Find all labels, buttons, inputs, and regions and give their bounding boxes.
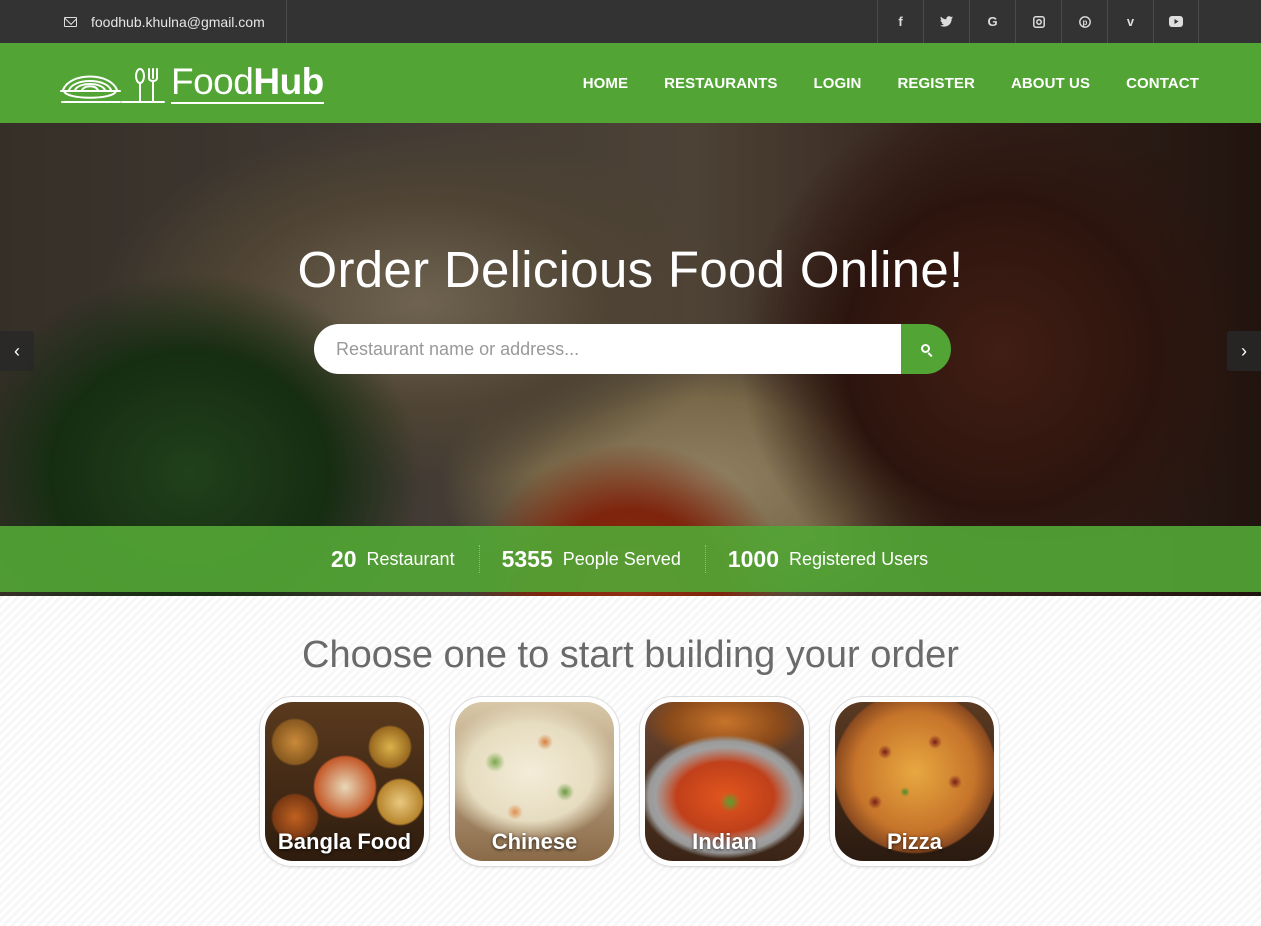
pinterest-icon[interactable]: p (1061, 0, 1107, 43)
envelope-icon (64, 16, 77, 27)
search-bar (314, 324, 951, 374)
category-label: Chinese (491, 829, 578, 854)
category-card-indian[interactable]: Indian (639, 696, 810, 867)
nav-login[interactable]: LOGIN (813, 75, 861, 92)
carousel-next-button[interactable]: › (1227, 331, 1261, 371)
twitter-icon[interactable] (923, 0, 969, 43)
hero-banner: Order Delicious Food Online! ‹ › 20 Rest… (0, 123, 1261, 596)
chevron-right-icon: › (1241, 340, 1247, 361)
stat-label: People Served (562, 548, 681, 569)
restaurant-search-input[interactable] (314, 324, 901, 374)
category-label: Indian (692, 829, 757, 854)
nav-about-us[interactable]: ABOUT US (1011, 75, 1090, 92)
category-image: Pizza (835, 702, 994, 861)
youtube-icon[interactable] (1153, 0, 1199, 43)
search-button[interactable] (901, 324, 951, 374)
nav-contact[interactable]: CONTACT (1126, 75, 1199, 92)
category-section: Choose one to start building your order … (0, 596, 1261, 926)
site-logo[interactable]: FoodHub (60, 55, 324, 111)
top-bar: foodhub.khulna@gmail.com f G p v (0, 0, 1261, 43)
category-heading: Choose one to start building your order (302, 634, 959, 676)
food-bowl-logo-icon (60, 68, 165, 103)
contact-email-text: foodhub.khulna@gmail.com (91, 13, 265, 30)
instagram-icon[interactable] (1015, 0, 1061, 43)
category-label: Bangla Food (277, 829, 412, 854)
stat-label: Registered Users (789, 548, 929, 569)
category-image: Bangla Food (265, 702, 424, 861)
category-image: Chinese (455, 702, 614, 861)
category-label: Pizza (886, 829, 943, 854)
contact-email[interactable]: foodhub.khulna@gmail.com (56, 0, 287, 43)
logo-wordmark: FoodHub (171, 61, 324, 104)
chevron-left-icon: ‹ (14, 340, 20, 361)
main-navbar: FoodHub HOME RESTAURANTS LOGIN REGISTER … (0, 43, 1261, 123)
category-card-bangla-food[interactable]: Bangla Food (259, 696, 430, 867)
stat-value: 1000 (727, 545, 780, 572)
search-icon (920, 343, 930, 353)
nav-register[interactable]: REGISTER (897, 75, 974, 92)
category-card-chinese[interactable]: Chinese (449, 696, 620, 867)
hero-title: Order Delicious Food Online! (297, 241, 964, 298)
category-list: Bangla Food Chinese Indian Pizza (259, 696, 1000, 867)
nav-home[interactable]: HOME (583, 75, 628, 92)
stat-registered-users: 1000 Registered Users (704, 545, 952, 573)
category-card-pizza[interactable]: Pizza (829, 696, 1000, 867)
nav-restaurants[interactable]: RESTAURANTS (664, 75, 777, 92)
stat-value: 5355 (501, 545, 553, 572)
svg-text:p: p (1082, 18, 1087, 27)
facebook-icon[interactable]: f (877, 0, 923, 43)
google-icon[interactable]: G (969, 0, 1015, 43)
main-menu: HOME RESTAURANTS LOGIN REGISTER ABOUT US… (547, 43, 1199, 123)
stat-value: 20 (330, 545, 357, 572)
category-image: Indian (645, 702, 804, 861)
vimeo-icon[interactable]: v (1107, 0, 1153, 43)
stats-bar: 20 Restaurant 5355 People Served 1000 Re… (0, 526, 1261, 592)
social-links: f G p v (877, 0, 1199, 43)
stat-label: Restaurant (366, 548, 455, 569)
carousel-prev-button[interactable]: ‹ (0, 331, 34, 371)
stat-people-served: 5355 People Served (478, 545, 705, 573)
stat-restaurants: 20 Restaurant (309, 545, 479, 573)
